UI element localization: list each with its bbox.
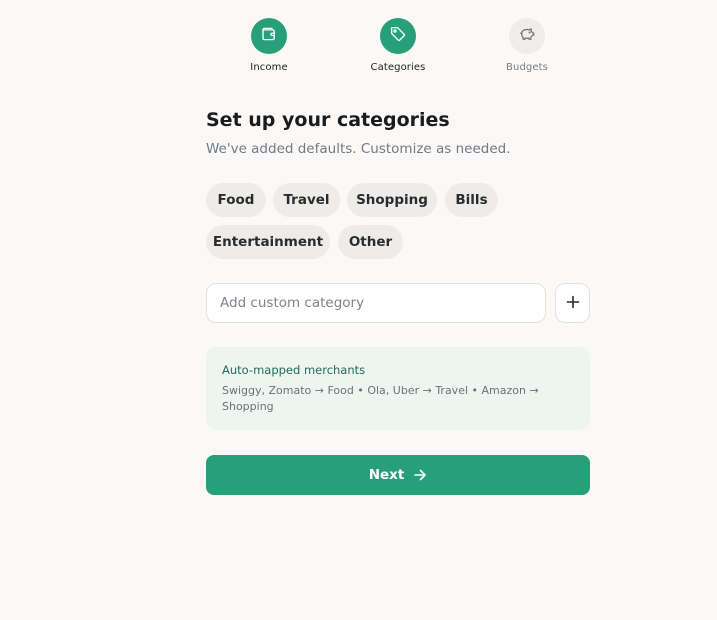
info-title: Auto-mapped merchants bbox=[222, 363, 366, 377]
tag-icon bbox=[389, 25, 407, 47]
chip-shopping[interactable]: Shopping bbox=[347, 183, 437, 217]
step-income-label: Income bbox=[250, 62, 288, 73]
step-categories-label: Categories bbox=[370, 62, 426, 73]
add-category-button[interactable] bbox=[555, 283, 590, 323]
next-button-label: Next bbox=[368, 467, 405, 483]
page-title: Set up your categories bbox=[206, 109, 450, 131]
wallet-icon bbox=[260, 25, 278, 47]
chip-food[interactable]: Food bbox=[206, 183, 266, 217]
chip-other[interactable]: Other bbox=[338, 225, 403, 259]
custom-category-input[interactable] bbox=[206, 283, 546, 323]
plus-icon bbox=[566, 294, 580, 313]
step-budgets-circle bbox=[509, 18, 545, 54]
step-budgets-label: Budgets bbox=[506, 62, 548, 73]
onboarding-page: Income Categories Budgets Set up your ca… bbox=[0, 0, 717, 620]
chip-bills[interactable]: Bills bbox=[445, 183, 498, 217]
next-button[interactable]: Next bbox=[206, 455, 590, 495]
step-income[interactable]: Income bbox=[219, 18, 319, 73]
auto-mapped-merchants-box: Auto-mapped merchants Swiggy, Zomato → F… bbox=[206, 347, 590, 430]
step-categories[interactable]: Categories bbox=[348, 18, 448, 73]
page-subtitle: We've added defaults. Customize as neede… bbox=[206, 141, 511, 157]
step-budgets[interactable]: Budgets bbox=[477, 18, 577, 73]
info-text: Swiggy, Zomato → Food • Ola, Uber → Trav… bbox=[222, 384, 539, 413]
chip-travel[interactable]: Travel bbox=[273, 183, 340, 217]
chip-entertainment[interactable]: Entertainment bbox=[206, 225, 330, 259]
piggy-bank-icon bbox=[518, 25, 536, 47]
step-categories-circle bbox=[380, 18, 416, 54]
arrow-right-icon bbox=[413, 468, 427, 482]
stepper: Income Categories Budgets bbox=[0, 18, 717, 78]
step-income-circle bbox=[251, 18, 287, 54]
